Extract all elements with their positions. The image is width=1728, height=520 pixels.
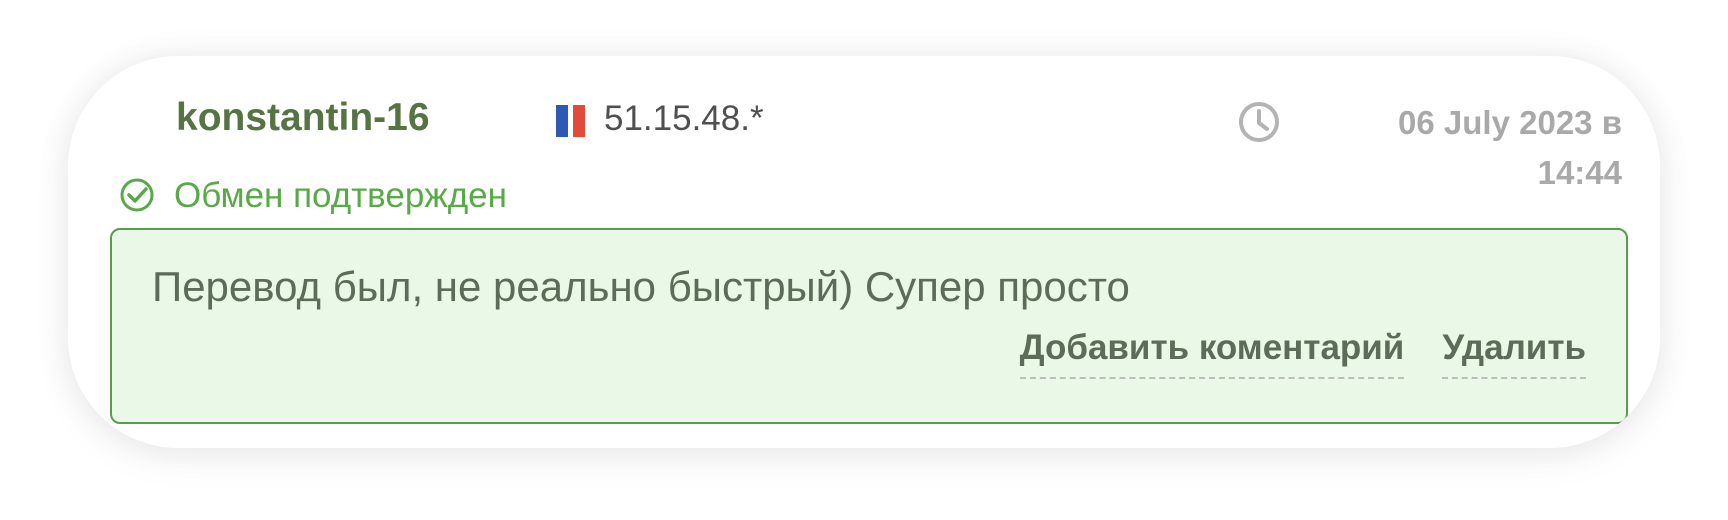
check-circle-icon [120, 178, 154, 212]
review-comment-box: Перевод был, не реально быстрый) Супер п… [110, 228, 1628, 424]
add-comment-link[interactable]: Добавить коментарий [1019, 330, 1405, 379]
delete-link[interactable]: Удалить [1442, 330, 1586, 379]
review-date: 06 July 2023 в 14:44 [1322, 98, 1622, 198]
review-comment-text: Перевод был, не реально быстрый) Супер п… [152, 263, 1130, 310]
flag-blue-stripe [556, 105, 568, 137]
exchange-status-label: Обмен подтвержден [174, 175, 507, 215]
reviewer-name: konstantin-16 [176, 96, 430, 139]
france-flag-icon [556, 105, 598, 137]
comment-actions: Добавить коментарий Удалить [1019, 330, 1586, 379]
flag-red-stripe [573, 105, 585, 137]
ip-address: 51.15.48.* [604, 99, 764, 138]
exchange-status: Обмен подтвержден [118, 176, 507, 214]
review-screenshot: konstantin-16 51.15.48.* 06 July 2023 в … [0, 0, 1728, 520]
review-date-line-2: 14:44 [1537, 154, 1622, 191]
review-date-line-1: 06 July 2023 в [1398, 104, 1622, 141]
review-card: konstantin-16 51.15.48.* 06 July 2023 в … [68, 56, 1660, 448]
clock-icon [1239, 102, 1279, 142]
